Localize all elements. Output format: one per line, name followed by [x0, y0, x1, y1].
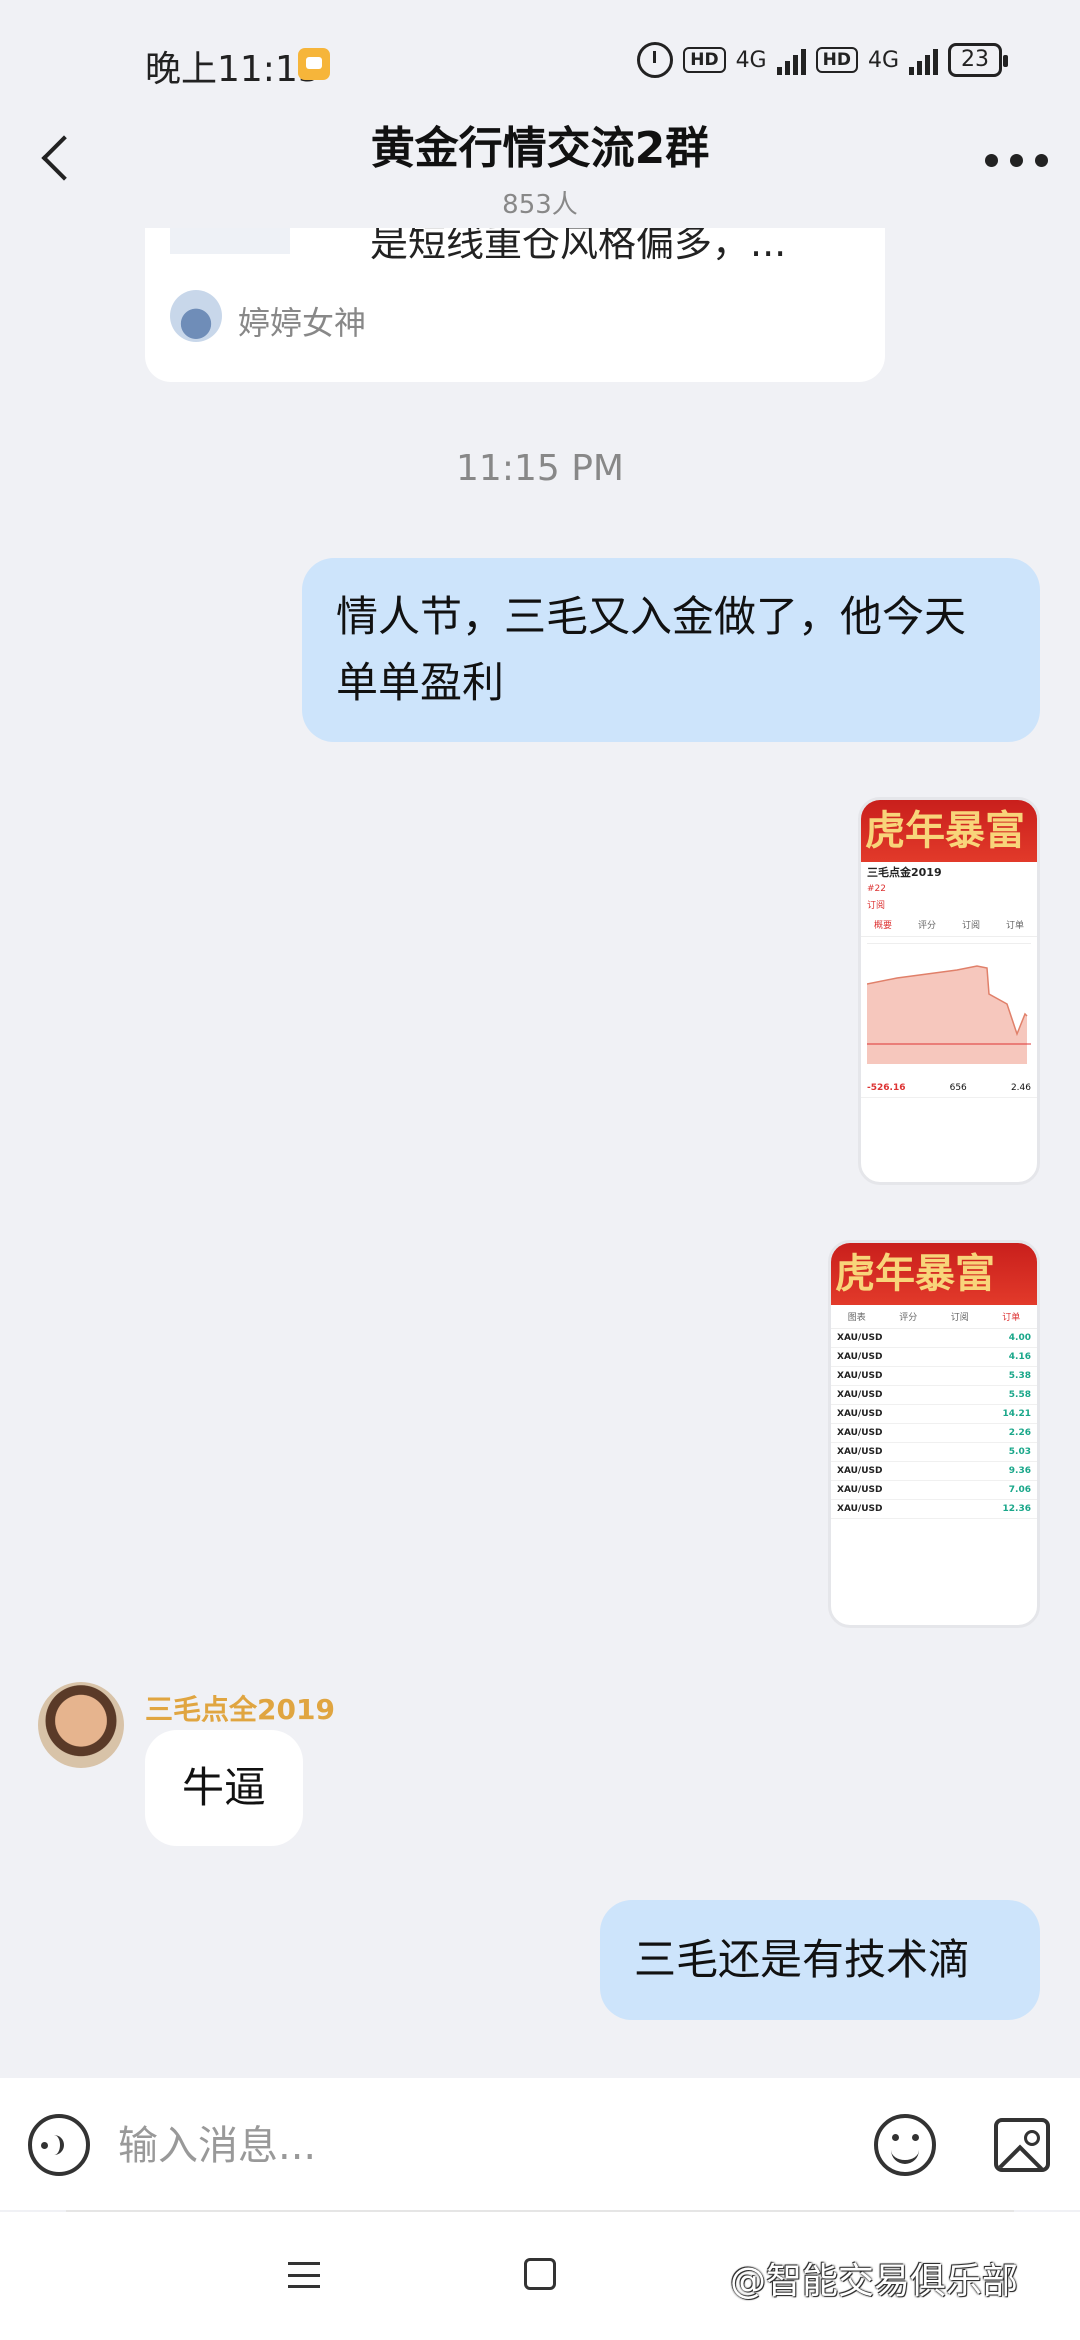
status-icons: HD 4G HD 4G 23 — [637, 42, 1008, 78]
order-row: XAU/USD 4.16 — [831, 1348, 1037, 1367]
image-account-name: 三毛点金2019 — [867, 866, 942, 879]
post-thumbnail — [170, 228, 290, 254]
emoji-icon[interactable] — [874, 2114, 936, 2176]
order-row: XAU/USD 12.36 — [831, 1500, 1037, 1519]
image-banner: 虎年暴富 — [861, 800, 1037, 862]
message-input-bar: 输入消息... — [0, 2078, 1080, 2210]
order-row: XAU/USD 5.58 — [831, 1386, 1037, 1405]
image-rank: #22 — [867, 884, 886, 894]
hd-badge: HD — [683, 47, 726, 73]
image-message-orders[interactable]: 虎年暴富 图表 评分 订阅 订单 XAU/USD 4.00 XAU/USD 4.16… — [828, 1240, 1040, 1628]
sender-name: 三毛点全2019 — [145, 1693, 335, 1726]
order-row: XAU/USD 7.06 — [831, 1481, 1037, 1500]
network-type: 4G — [735, 47, 767, 73]
signal-icon — [909, 45, 938, 75]
order-row: XAU/USD 2.26 — [831, 1424, 1037, 1443]
system-nav-bar: @智能交易俱乐部 — [0, 2212, 1080, 2340]
order-row: XAU/USD 5.03 — [831, 1443, 1037, 1462]
notification-app-icon — [298, 48, 330, 80]
avatar[interactable] — [38, 1682, 124, 1768]
order-row: XAU/USD 5.38 — [831, 1367, 1037, 1386]
recent-apps-icon[interactable] — [288, 2262, 320, 2288]
status-time: 晚上11:15 — [145, 49, 321, 90]
group-title: 黄金行情交流2群 — [370, 123, 710, 174]
hd-badge: HD — [815, 47, 858, 73]
message-input[interactable]: 输入消息... — [118, 2118, 818, 2174]
received-message-bubble[interactable]: 牛逼 — [145, 1730, 303, 1846]
chat-header: 黄金行情交流2群 853人 — [0, 100, 1080, 230]
post-author-avatar — [170, 290, 222, 342]
image-banner: 虎年暴富 — [831, 1243, 1037, 1305]
home-icon[interactable] — [524, 2258, 556, 2290]
my-message-bubble[interactable]: 三毛还是有技术滴 — [600, 1900, 1040, 2020]
image-stats-row: -526.16 656 2.46 — [861, 1079, 1037, 1098]
message-timestamp: 11:15 PM — [456, 448, 624, 489]
order-row: XAU/USD 9.36 — [831, 1462, 1037, 1481]
image-tabs: 图表 评分 订阅 订单 — [831, 1305, 1037, 1329]
image-picker-icon[interactable] — [994, 2118, 1050, 2172]
image-tabs: 概要 评分 订阅 订单 — [861, 913, 1037, 937]
more-options-icon[interactable] — [985, 154, 1048, 167]
image-follow-label: 订阅 — [867, 901, 886, 911]
shared-post-card[interactable]: 是短线重仓风格偏多，... 婷婷女神 — [145, 228, 885, 382]
my-message-bubble[interactable]: 情人节，三毛又入金做了，他今天单单盈利 — [302, 558, 1040, 742]
order-row: XAU/USD 4.00 — [831, 1329, 1037, 1348]
post-excerpt: 是短线重仓风格偏多，... — [370, 228, 787, 265]
watermark: @智能交易俱乐部 — [730, 2261, 1019, 2302]
post-author-name: 婷婷女神 — [238, 304, 367, 342]
order-row: XAU/USD 14.21 — [831, 1405, 1037, 1424]
member-count: 853人 — [502, 190, 578, 220]
network-type: 4G — [867, 47, 899, 73]
image-message-profile[interactable]: 虎年暴富 三毛点金2019 #22 订阅 概要 评分 订阅 订单 -526.16… — [858, 797, 1040, 1185]
voice-input-icon[interactable] — [28, 2114, 90, 2176]
signal-icon — [776, 45, 806, 75]
alarm-icon — [637, 42, 674, 78]
image-equity-chart — [866, 943, 1031, 1073]
battery-icon: 23 — [948, 43, 1008, 77]
